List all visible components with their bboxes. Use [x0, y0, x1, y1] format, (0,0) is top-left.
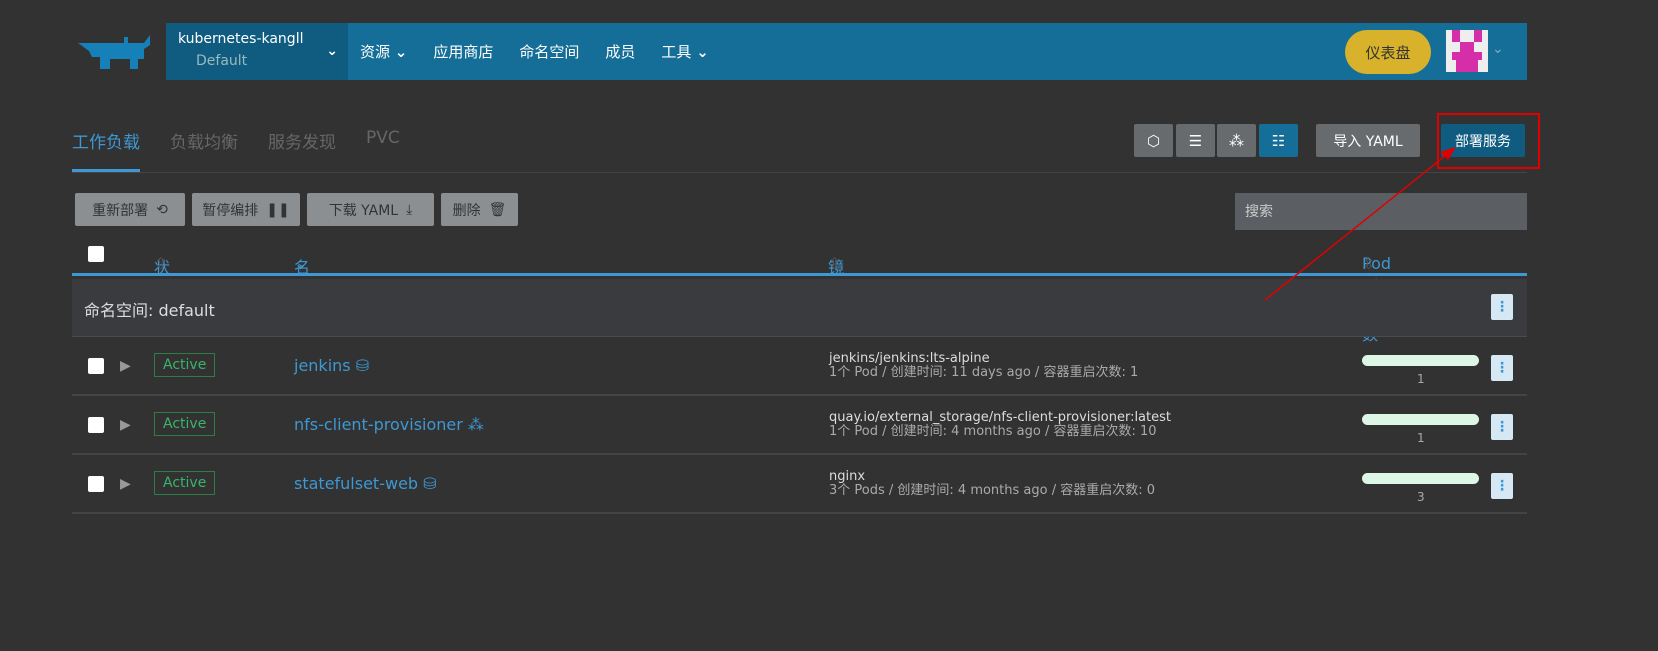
chevron-down-icon: ⌄ [326, 43, 338, 59]
workload-link[interactable]: jenkins ⛁ [294, 356, 369, 375]
nav-members[interactable]: 成员 [605, 41, 635, 62]
top-nav: kubernetes-kangll Default ⌄ 资源 ⌄ 应用商店 命名… [72, 23, 1527, 80]
nav-app-store[interactable]: 应用商店 [433, 41, 493, 62]
row-menu-button[interactable]: ⋮ [1491, 414, 1513, 440]
chevron-down-icon: ⌄ [696, 43, 709, 61]
view-namespace-button[interactable]: ☷ [1259, 124, 1298, 157]
label: statefulset-web [294, 474, 419, 493]
cluster-name: kubernetes-kangll [178, 31, 304, 47]
table-row: ▶ Active nfs-client-provisioner ⁂ quay.i… [72, 396, 1527, 455]
table-header: 状态 ⇳ 名称 ⌄ 镜像 ⇳ Pod 副本数 ⇳ [72, 238, 1527, 344]
pod-progress-bar [1362, 473, 1479, 484]
table-row: ▶ Active statefulset-web ⛁ nginx 3个 Pods … [72, 455, 1527, 514]
download-yaml-button[interactable]: 下载 YAML ⤓ [307, 193, 434, 226]
table-row: ▶ Active jenkins ⛁ jenkins/jenkins:lts-a… [72, 337, 1527, 396]
view-list-button[interactable]: ☰ [1176, 124, 1215, 157]
pod-progress-bar [1362, 355, 1479, 366]
tab-workloads[interactable]: 工作负载 [72, 128, 140, 172]
image-name: quay.io/external_storage/nfs-client-prov… [829, 410, 1171, 425]
cubes-icon: ⁂ [467, 415, 484, 434]
database-icon: ⛁ [423, 474, 437, 493]
row-checkbox[interactable] [88, 358, 104, 374]
avatar[interactable] [1446, 30, 1488, 72]
pod-count: 3 [1417, 490, 1425, 504]
search-input[interactable] [1235, 193, 1527, 230]
select-all-checkbox[interactable] [88, 246, 104, 262]
label: jenkins [294, 356, 351, 375]
view-node-button[interactable]: ⬡ [1134, 124, 1173, 157]
image-name: jenkins/jenkins:lts-alpine [829, 351, 990, 366]
namespace-group-row: 命名空间: default ⋮ [72, 279, 1527, 337]
row-menu-button[interactable]: ⋮ [1491, 355, 1513, 381]
row-checkbox[interactable] [88, 417, 104, 433]
server-icon: ☰ [1188, 131, 1203, 150]
label: 删除 [452, 202, 481, 219]
pod-count: 1 [1417, 431, 1425, 445]
label: nfs-client-provisioner [294, 415, 463, 434]
workload-link[interactable]: statefulset-web ⛁ [294, 474, 437, 493]
label: 暂停编排 [202, 202, 259, 219]
deploy-button[interactable]: 部署服务 [1441, 124, 1525, 157]
status-badge: Active [154, 353, 216, 377]
view-group-button[interactable]: ⁂ [1217, 124, 1256, 157]
workload-detail: 1个 Pod / 创建时间: 11 days ago / 容器重启次数: 1 [829, 365, 1139, 380]
nav-namespaces[interactable]: 命名空间 [519, 41, 579, 62]
sort-icon: ⇳ [828, 254, 842, 273]
chevron-down-icon[interactable]: ⌄ [1492, 41, 1504, 57]
tab-load-balancing[interactable]: 负载均衡 [170, 128, 238, 172]
expand-icon[interactable]: ▶ [120, 476, 131, 492]
nav-label: 资源 [360, 43, 391, 61]
tab-service-discovery[interactable]: 服务发现 [268, 128, 336, 172]
pause-icon: ❚❚ [266, 201, 290, 218]
label: 下载 YAML [328, 202, 399, 219]
list-icon: ☷ [1271, 131, 1286, 150]
database-icon: ⛁ [355, 356, 370, 375]
sort-icon: ⌄ [294, 254, 308, 273]
download-icon: ⤓ [406, 201, 413, 218]
chevron-down-icon: ⌄ [394, 43, 408, 61]
undo-icon: ⟲ [156, 201, 168, 218]
delete-button[interactable]: 删除 🗑 [441, 193, 518, 226]
workload-detail: 1个 Pod / 创建时间: 4 months ago / 容器重启次数: 10 [829, 424, 1157, 439]
cube-icon: ⬡ [1146, 131, 1161, 150]
pod-count: 1 [1417, 372, 1425, 386]
tab-pvc[interactable]: PVC [366, 128, 400, 172]
divider [72, 172, 1527, 173]
sort-icon: ⇳ [1362, 254, 1376, 273]
image-name: nginx [829, 469, 866, 484]
pod-progress-bar [1362, 414, 1479, 425]
expand-icon[interactable]: ▶ [120, 417, 131, 433]
nav-label: 工具 [661, 43, 692, 61]
nav-resources[interactable]: 资源 ⌄ [360, 41, 407, 62]
status-badge: Active [154, 471, 216, 495]
sort-icon: ⇳ [154, 254, 168, 273]
redeploy-button[interactable]: 重新部署 ⟲ [75, 193, 185, 226]
dashboard-button[interactable]: 仪表盘 [1345, 30, 1431, 74]
pause-button[interactable]: 暂停编排 ❚❚ [192, 193, 300, 226]
rancher-logo[interactable] [72, 23, 166, 80]
row-menu-button[interactable]: ⋮ [1491, 473, 1513, 499]
cluster-selector[interactable]: kubernetes-kangll Default ⌄ [166, 23, 348, 80]
nav-tools[interactable]: 工具 ⌄ [661, 41, 708, 62]
label: 重新部署 [92, 202, 149, 219]
cubes-icon: ⁂ [1229, 131, 1244, 150]
trash-icon: 🗑 [488, 201, 507, 218]
project-name: Default [196, 53, 248, 69]
expand-icon[interactable]: ▶ [120, 358, 131, 374]
group-menu-button[interactable]: ⋮ [1491, 294, 1513, 320]
namespace-label: 命名空间: default [84, 301, 215, 320]
row-checkbox[interactable] [88, 476, 104, 492]
status-badge: Active [154, 412, 216, 436]
import-yaml-button[interactable]: 导入 YAML [1316, 124, 1420, 157]
workload-link[interactable]: nfs-client-provisioner ⁂ [294, 415, 484, 434]
workload-detail: 3个 Pods / 创建时间: 4 months ago / 容器重启次数: 0 [829, 483, 1156, 498]
